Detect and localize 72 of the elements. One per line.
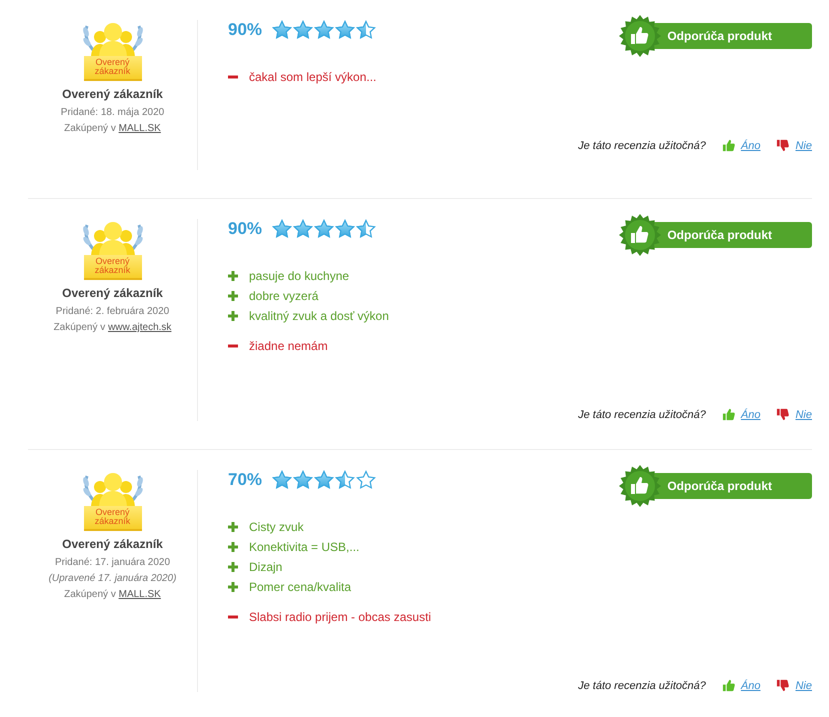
plus-icon <box>228 562 238 572</box>
reviewer-name: Overený zákazník <box>62 537 163 551</box>
verified-customers-icon <box>80 219 144 257</box>
con-text: žiadne nemám <box>249 339 328 353</box>
thumbs-up-seal-icon <box>619 15 662 57</box>
thumbs-up-seal-icon <box>619 465 662 507</box>
star-icon <box>335 470 356 490</box>
helpful-question: Je táto recenzia užitočná? <box>578 680 706 692</box>
thumb-down-icon <box>776 408 790 421</box>
pro-text: Konektivita = USB,... <box>249 540 360 554</box>
star-icon <box>356 219 376 239</box>
star-icon <box>272 20 292 40</box>
pro-text: Pomer cena/kvalita <box>249 580 352 594</box>
shop-link[interactable]: MALL.SK <box>118 589 161 600</box>
star-icon <box>272 470 292 490</box>
score-percent: 70% <box>228 470 262 490</box>
helpful-link[interactable]: Áno <box>740 140 760 152</box>
pro-text: dobre vyzerá <box>249 289 318 303</box>
shop-link[interactable]: www.ajtech.sk <box>108 322 172 333</box>
badge-label: Overený zákazník <box>84 255 142 280</box>
thumbs-up-seal-icon <box>619 214 662 256</box>
star-icon <box>335 219 356 239</box>
star-icon <box>314 20 334 40</box>
unhelpful-link[interactable]: Nie <box>795 408 812 420</box>
unhelpful-link[interactable]: Nie <box>795 680 812 692</box>
plus-icon <box>228 271 238 281</box>
purchased-at: Zakúpený v <box>64 589 116 600</box>
star-icon <box>293 20 314 40</box>
star-icon <box>293 219 314 239</box>
reviewer-name: Overený zákazník <box>62 87 163 101</box>
score-percent: 90% <box>228 219 262 239</box>
badge-label: Overený zákazník <box>84 506 142 531</box>
thumb-up-icon <box>722 139 735 152</box>
date-edited: (Upravené 17. januára 2020) <box>48 572 176 586</box>
helpful-link[interactable]: Áno <box>740 408 760 420</box>
con-text: čakal som lepší výkon... <box>249 70 376 84</box>
badge-label: Overený zákazník <box>84 56 142 81</box>
unhelpful-link[interactable]: Nie <box>795 140 812 152</box>
star-icon <box>356 20 376 40</box>
helpful-question: Je táto recenzia užitočná? <box>578 408 706 420</box>
star-icon <box>314 470 334 490</box>
purchased-at: Zakúpený v <box>64 123 116 134</box>
reviewer-name: Overený zákazník <box>62 286 163 300</box>
pro-text: pasuje do kuchyne <box>249 269 350 283</box>
date-added: Pridané: 17. januára 2020 <box>54 556 172 570</box>
con-text: Slabsi radio prijem - obcas zasusti <box>249 610 432 624</box>
pro-text: Dizajn <box>249 560 282 574</box>
star-icon <box>335 20 356 40</box>
shop-link[interactable]: MALL.SK <box>118 123 161 134</box>
verified-customers-icon <box>80 20 144 58</box>
thumb-up-icon <box>722 408 735 421</box>
date-added: Pridané: 18. mája 2020 <box>60 106 164 120</box>
pro-text: Cisty zvuk <box>249 520 304 534</box>
score-percent: 90% <box>228 20 262 40</box>
helpful-question: Je táto recenzia užitočná? <box>578 140 706 152</box>
star-icon <box>356 470 376 490</box>
thumb-down-icon <box>776 139 790 152</box>
purchased-at: Zakúpený v <box>54 322 106 333</box>
star-icon <box>314 219 334 239</box>
pro-text: kvalitný zvuk a dosť výkon <box>249 309 389 323</box>
date-added: Pridané: 2. februára 2020 <box>56 305 170 319</box>
star-icon <box>272 219 292 239</box>
helpful-link[interactable]: Áno <box>740 680 760 692</box>
plus-icon <box>228 542 238 552</box>
thumb-up-icon <box>722 679 735 692</box>
plus-icon <box>228 522 238 532</box>
star-icon <box>293 470 314 490</box>
thumb-down-icon <box>776 679 790 692</box>
plus-icon <box>228 582 238 592</box>
plus-icon <box>228 291 238 301</box>
plus-icon <box>228 311 238 321</box>
verified-customers-icon <box>80 470 144 508</box>
